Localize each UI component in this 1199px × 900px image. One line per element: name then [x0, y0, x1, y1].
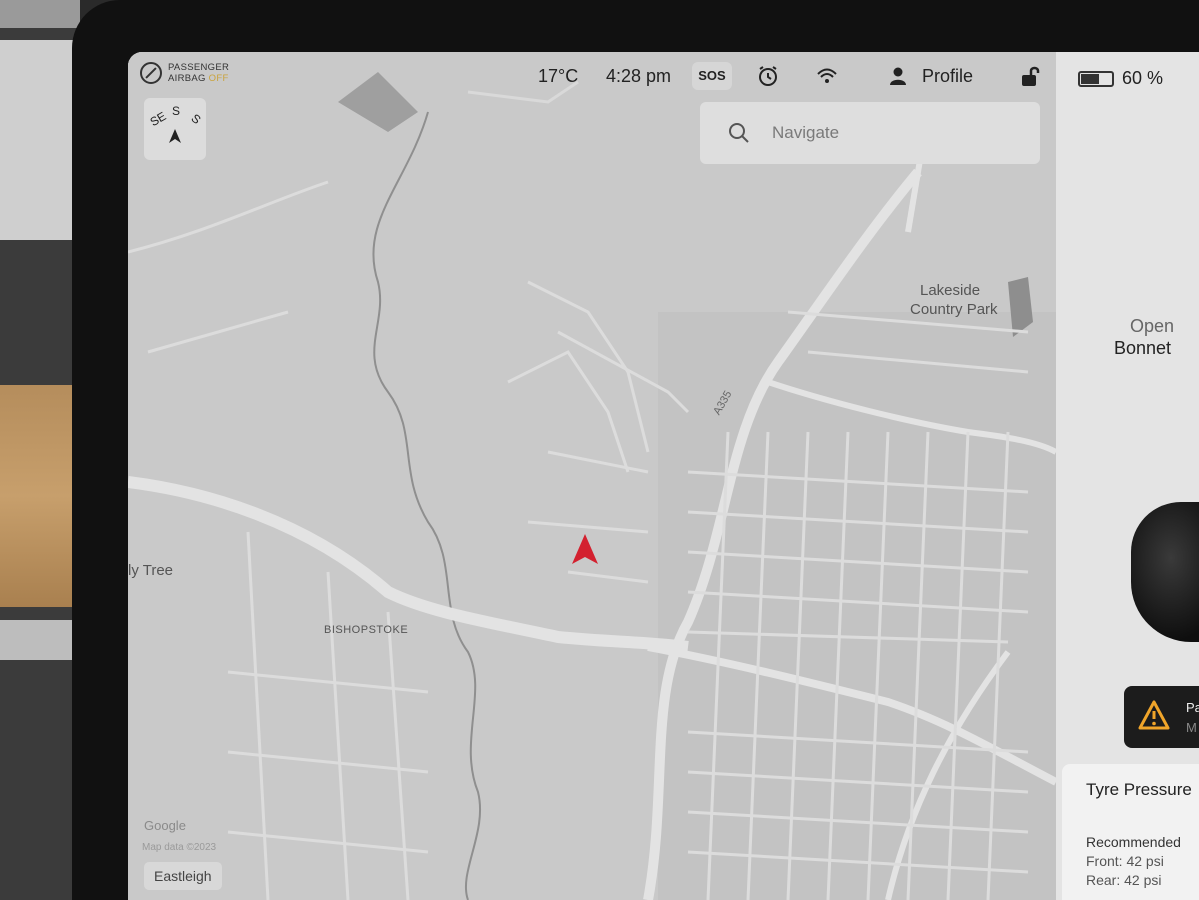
- tyre-pressure-card[interactable]: Tyre Pressure Recommended Front: 42 psi …: [1062, 764, 1199, 900]
- battery-indicator: 60 %: [1078, 68, 1163, 89]
- environment-trim: [0, 620, 72, 660]
- map-label-lakeside: Lakeside: [920, 282, 981, 299]
- map-label-country-park: Country Park: [910, 301, 998, 318]
- vehicle-panel: 60 % Open Bonnet Pa M Tyre Pressure Reco…: [1056, 52, 1199, 900]
- navigate-placeholder: Navigate: [772, 123, 840, 142]
- compass-s-label: S: [172, 104, 181, 118]
- compass-s-right-label: S: [188, 111, 204, 127]
- airbag-line2: AIRBAG: [168, 73, 206, 84]
- environment-wood-trim: [0, 385, 72, 607]
- airbag-line1: PASSENGER: [168, 62, 230, 73]
- environment-vent: [0, 40, 80, 240]
- map-data-notice: Map data ©2023: [142, 842, 217, 853]
- battery-fill: [1081, 73, 1099, 84]
- tyre-rear-pressure: Rear: 42 psi: [1086, 872, 1162, 888]
- map-roads: [128, 52, 1056, 900]
- sos-button[interactable]: SOS: [692, 62, 732, 90]
- search-icon: [729, 123, 749, 143]
- tyre-front-pressure: Front: 42 psi: [1086, 853, 1164, 869]
- alert-subtitle: M: [1186, 720, 1197, 735]
- status-bar: PASSENGER AIRBAG OFF 17°C 4:28 pm SOS Pr…: [128, 52, 1199, 98]
- map-label-bishopstoke: BISHOPSTOKE: [324, 624, 409, 636]
- passenger-airbag-indicator: PASSENGER AIRBAG OFF: [140, 62, 229, 84]
- bonnet-label[interactable]: Bonnet: [1114, 338, 1171, 359]
- clock-time: 4:28 pm: [606, 66, 672, 86]
- alert-title: Pa: [1186, 700, 1199, 715]
- profile-icon[interactable]: [886, 64, 910, 88]
- vehicle-model: [1131, 502, 1199, 642]
- compass-button[interactable]: SE S S: [144, 98, 206, 160]
- warning-icon: [1138, 700, 1170, 730]
- environment-top: [0, 0, 80, 28]
- tyre-recommended-label: Recommended: [1086, 834, 1181, 850]
- compass-se-label: SE: [147, 108, 169, 130]
- profile-button[interactable]: Profile: [922, 66, 973, 87]
- touchscreen: Lakeside Country Park ly Tree BISHOPSTOK…: [128, 52, 1199, 900]
- navigate-search-field[interactable]: Navigate: [700, 102, 1040, 164]
- alert-card[interactable]: Pa M: [1124, 686, 1199, 748]
- compass-arrow-icon: [169, 129, 181, 143]
- wifi-icon[interactable]: [815, 64, 839, 88]
- open-bonnet-button[interactable]: Open: [1130, 316, 1174, 337]
- temperature: 17°C: [538, 66, 579, 86]
- alarm-clock-icon[interactable]: [756, 64, 780, 88]
- airbag-icon: [140, 62, 162, 84]
- location-chip[interactable]: Eastleigh: [144, 862, 222, 890]
- unlocked-padlock-icon[interactable]: [1018, 64, 1042, 88]
- tyre-pressure-title: Tyre Pressure: [1086, 780, 1192, 799]
- airbag-state: OFF: [208, 73, 229, 84]
- battery-percent: 60 %: [1122, 68, 1164, 88]
- map-view[interactable]: Lakeside Country Park ly Tree BISHOPSTOK…: [128, 52, 1056, 900]
- battery-icon: [1078, 70, 1114, 87]
- map-label-holly-tree: ly Tree: [128, 562, 174, 579]
- map-attribution: Google: [144, 818, 186, 833]
